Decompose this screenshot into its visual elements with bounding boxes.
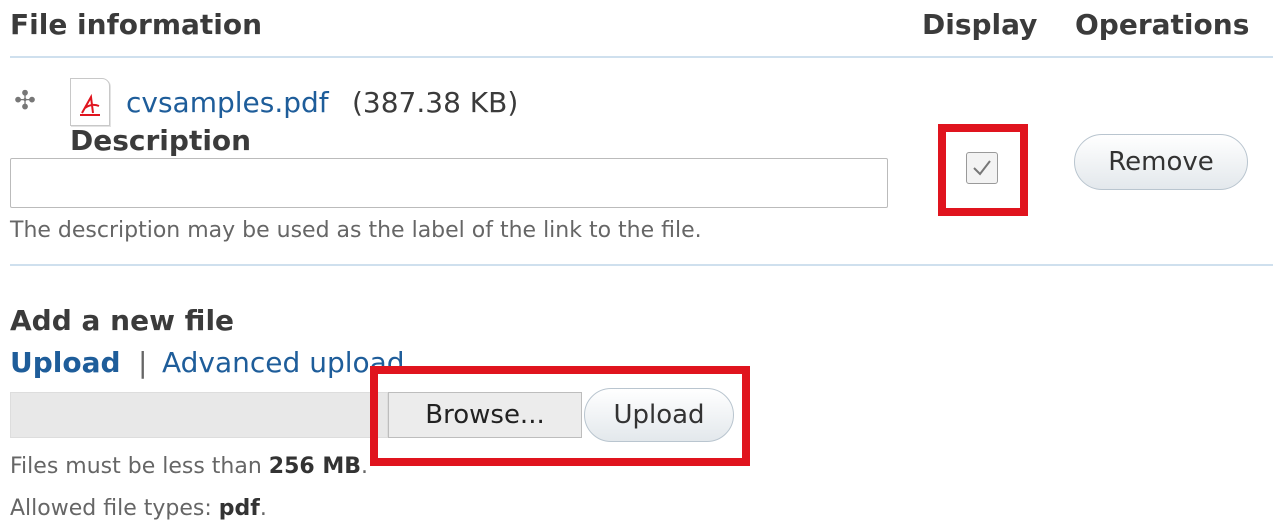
pdf-file-icon	[70, 78, 110, 126]
file-link[interactable]: cvsamples.pdf	[126, 86, 329, 119]
file-size-limit-text: Files must be less than 256 MB.	[10, 454, 368, 479]
header-divider	[10, 56, 1273, 58]
description-label: Description	[70, 124, 252, 157]
display-checkbox[interactable]	[966, 152, 998, 184]
file-types-prefix: Allowed file types:	[10, 496, 212, 521]
file-types-suffix: .	[259, 496, 267, 521]
size-limit-value: 256 MB	[268, 454, 362, 479]
checkmark-icon	[973, 160, 991, 176]
allowed-file-types-text: Allowed file types: pdf.	[10, 496, 267, 521]
column-header-operations: Operations	[1075, 8, 1250, 41]
add-new-file-title: Add a new file	[10, 304, 235, 337]
description-input[interactable]	[10, 158, 888, 208]
column-header-display: Display	[922, 8, 1038, 41]
size-limit-prefix: Files must be less than	[10, 454, 262, 479]
file-path-field[interactable]	[10, 392, 388, 438]
column-header-file-information: File information	[10, 8, 263, 41]
tab-separator: |	[138, 346, 148, 379]
tab-upload[interactable]: Upload	[10, 346, 121, 379]
size-limit-suffix: .	[361, 454, 369, 479]
upload-controls-highlight	[370, 366, 750, 466]
remove-button[interactable]: Remove	[1074, 134, 1248, 190]
file-types-value: pdf	[218, 496, 260, 521]
tab-advanced-upload[interactable]: Advanced upload	[162, 346, 405, 379]
file-size: (387.38 KB)	[352, 86, 519, 119]
row-divider	[10, 264, 1273, 266]
drag-handle-icon[interactable]: ✣	[10, 86, 40, 116]
description-help-text: The description may be used as the label…	[10, 218, 702, 243]
